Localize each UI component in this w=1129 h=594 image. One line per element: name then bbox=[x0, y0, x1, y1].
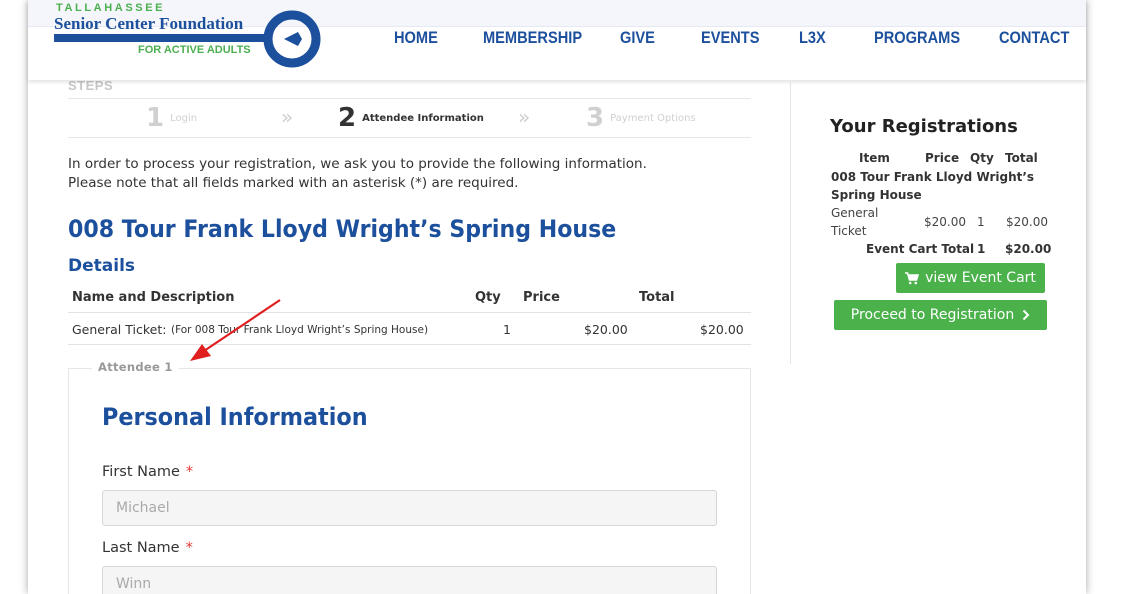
logo-line-1: TALLAHASSEE bbox=[56, 2, 166, 14]
side-event-name-line-1: 008 Tour Frank Lloyd Wright’s bbox=[831, 170, 1035, 184]
key-icon bbox=[263, 10, 321, 68]
attendee-legend: Attendee 1 bbox=[92, 360, 179, 374]
cart-icon bbox=[905, 271, 920, 284]
logo-line-2: Senior Center Foundation bbox=[54, 14, 244, 33]
ticket-name: General Ticket: bbox=[72, 322, 167, 337]
cart-total-label: Event Cart Total bbox=[866, 242, 975, 256]
side-ticket-total: $20.00 bbox=[1006, 215, 1048, 229]
table-row: General Ticket: (For 008 Tour Frank Lloy… bbox=[68, 312, 751, 345]
side-col-price: Price bbox=[925, 151, 960, 165]
nav-membership[interactable]: MEMBERSHIP bbox=[483, 28, 582, 48]
ticket-price: $20.00 bbox=[584, 322, 628, 337]
side-ticket-qty: 1 bbox=[977, 215, 985, 229]
step-login[interactable]: 1 Login bbox=[146, 103, 197, 133]
side-col-qty: Qty bbox=[970, 151, 994, 165]
steps-label: STEPS bbox=[68, 78, 114, 93]
site-logo[interactable]: TALLAHASSEE Senior Center Foundation FOR… bbox=[54, 2, 324, 70]
cart-total-amount: $20.00 bbox=[1005, 242, 1052, 256]
step-number: 1 bbox=[146, 103, 165, 133]
chevron-right-icon bbox=[1022, 309, 1030, 321]
intro-line-1: In order to process your registration, w… bbox=[68, 156, 647, 172]
step-number: 2 bbox=[338, 103, 357, 133]
required-marker: * bbox=[185, 540, 193, 556]
step-separator-icon: » bbox=[518, 105, 531, 129]
col-price: Price bbox=[523, 290, 560, 305]
col-total: Total bbox=[639, 290, 675, 305]
intro-text: In order to process your registration, w… bbox=[68, 155, 647, 193]
intro-line-2: Please note that all fields marked with … bbox=[68, 175, 519, 191]
col-qty: Qty bbox=[475, 290, 501, 305]
required-marker: * bbox=[185, 464, 194, 480]
first-name-input[interactable] bbox=[102, 490, 717, 526]
step-attendee-information: 2 Attendee Information bbox=[338, 103, 484, 133]
site-header: TALLAHASSEE Senior Center Foundation FOR… bbox=[28, 0, 1086, 80]
your-registrations-title: Your Registrations bbox=[830, 116, 1018, 137]
page: TALLAHASSEE Senior Center Foundation FOR… bbox=[28, 0, 1086, 594]
side-ticket-price: $20.00 bbox=[924, 215, 966, 229]
step-label: Login bbox=[170, 112, 198, 124]
steps-progress: 1 Login » 2 Attendee Information » 3 Pay… bbox=[68, 98, 751, 138]
logo-key-shaft bbox=[54, 34, 269, 42]
ticket-qty: 1 bbox=[503, 322, 511, 337]
cart-total-qty: 1 bbox=[977, 242, 986, 256]
step-label: Payment Options bbox=[610, 112, 696, 124]
sidebar-divider bbox=[790, 82, 791, 364]
nav-give[interactable]: GIVE bbox=[620, 28, 655, 48]
last-name-input[interactable] bbox=[102, 566, 717, 594]
nav-contact[interactable]: CONTACT bbox=[999, 28, 1069, 48]
nav-events[interactable]: EVENTS bbox=[701, 28, 760, 48]
event-title: 008 Tour Frank Lloyd Wright’s Spring Hou… bbox=[68, 215, 617, 243]
ticket-description: (For 008 Tour Frank Lloyd Wright’s Sprin… bbox=[171, 324, 429, 336]
step-payment-options: 3 Payment Options bbox=[586, 103, 696, 133]
view-event-cart-label: view Event Cart bbox=[925, 270, 1036, 286]
last-name-label: Last Name * bbox=[102, 540, 193, 556]
details-heading: Details bbox=[68, 256, 136, 276]
first-name-label: First Name * bbox=[102, 464, 193, 480]
nav-programs[interactable]: PROGRAMS bbox=[874, 28, 960, 48]
side-col-item: Item bbox=[859, 151, 890, 165]
col-name-description: Name and Description bbox=[72, 290, 235, 305]
step-number: 3 bbox=[586, 103, 605, 133]
first-name-label-text: First Name bbox=[102, 464, 180, 480]
side-ticket-line-2: Ticket bbox=[831, 224, 867, 238]
proceed-to-registration-button[interactable]: Proceed to Registration bbox=[834, 300, 1047, 330]
step-label: Attendee Information bbox=[362, 112, 484, 124]
personal-information-title: Personal Information bbox=[102, 403, 368, 431]
attendee-fieldset bbox=[68, 368, 751, 594]
view-event-cart-button[interactable]: view Event Cart bbox=[896, 263, 1045, 293]
step-separator-icon: » bbox=[281, 105, 294, 129]
proceed-label: Proceed to Registration bbox=[850, 307, 1015, 323]
last-name-label-text: Last Name bbox=[102, 540, 180, 556]
side-event-name-line-2: Spring House bbox=[831, 188, 922, 202]
ticket-total: $20.00 bbox=[700, 322, 744, 337]
nav-home[interactable]: HOME bbox=[394, 28, 438, 48]
side-ticket-line-1: General bbox=[831, 206, 879, 220]
side-col-total: Total bbox=[1005, 151, 1038, 165]
logo-line-3: FOR ACTIVE ADULTS bbox=[138, 44, 251, 56]
nav-l3x[interactable]: L3X bbox=[799, 28, 826, 48]
